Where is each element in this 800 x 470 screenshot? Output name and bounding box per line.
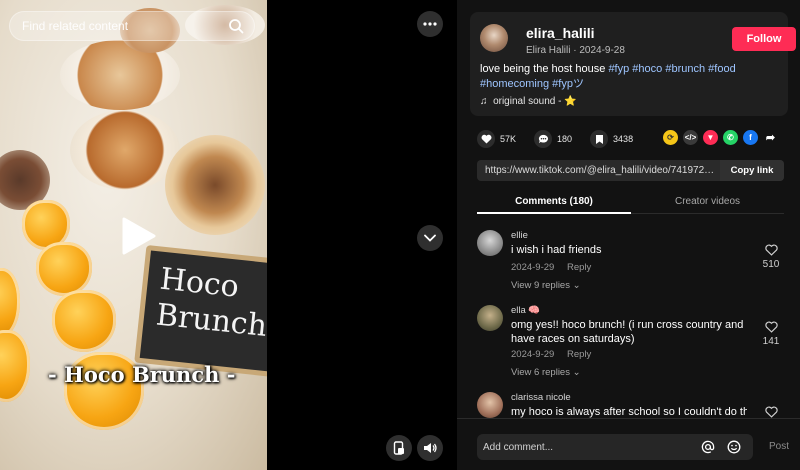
sound-name[interactable]: original sound - ⭐ (493, 96, 577, 107)
comment-button[interactable]: 180 (534, 130, 572, 148)
mention-icon[interactable] (701, 440, 715, 454)
description-text: love being the host house (480, 63, 609, 75)
video-controls-column (267, 0, 457, 470)
hashtag-link[interactable]: #fyp (608, 63, 629, 75)
comment-like-count: 510 (762, 259, 780, 270)
chevron-down-icon: ⌄ (572, 367, 581, 378)
comment-text: i wish i had friends (511, 244, 602, 256)
reply-button[interactable]: Reply (567, 349, 591, 360)
play-icon[interactable] (118, 216, 158, 256)
comment-like-button[interactable]: 510 (759, 244, 783, 270)
comment-meta: 2024-9-29 Reply (511, 349, 601, 360)
comment-item: ella 🧠 omg yes!! hoco brunch! (i run cro… (477, 305, 787, 385)
commenter-avatar[interactable] (477, 305, 503, 331)
author-display-name[interactable]: Elira Halili (526, 45, 570, 56)
action-row: 57K 180 3438 (477, 129, 651, 149)
repost-icon[interactable]: ⟳ (663, 130, 678, 145)
like-button[interactable]: 57K (477, 130, 516, 148)
chevron-down-icon: ⌄ (572, 280, 581, 291)
emoji-icon[interactable] (727, 440, 741, 454)
chalkboard-sign: Hoco Brunch (134, 245, 267, 377)
view-replies-button[interactable]: View 6 replies ⌄ (511, 367, 581, 378)
facebook-icon[interactable]: f (743, 130, 758, 145)
heart-outline-icon (764, 406, 778, 418)
commenter-avatar[interactable] (477, 392, 503, 418)
heart-outline-icon (764, 244, 778, 256)
tab-creator-videos[interactable]: Creator videos (631, 196, 784, 207)
comment-icon (538, 134, 548, 144)
whatsapp-icon[interactable]: ✆ (723, 130, 738, 145)
panel-tabs: Comments (180) Creator videos (477, 190, 784, 214)
comment-input[interactable] (483, 434, 683, 460)
share-arrow-icon[interactable]: ➦ (763, 130, 778, 145)
volume-icon (424, 443, 437, 453)
hashtag-link[interactable]: #homecoming (480, 78, 549, 90)
video-caption: - Hoco Brunch - (48, 362, 236, 387)
comment-item: ellie i wish i had friends 2024-9-29 Rep… (477, 230, 787, 300)
video-description: love being the host house #fyp #hoco #br… (480, 62, 780, 92)
sound-row[interactable]: ♫ original sound - ⭐ (480, 96, 577, 107)
more-dots-icon (423, 22, 437, 26)
related-search-box[interactable] (9, 11, 255, 41)
device-icon (393, 441, 404, 455)
author-username[interactable]: elira_halili (526, 25, 594, 41)
follow-button[interactable]: Follow (732, 27, 796, 51)
tab-comments[interactable]: Comments (180) (477, 196, 631, 214)
reply-button[interactable]: Reply (567, 262, 591, 273)
hashtag-link[interactable]: #fypツ (552, 78, 584, 90)
food-plate (70, 110, 180, 190)
comment-meta: 2024-9-29 Reply (511, 262, 601, 273)
commenter-name[interactable]: clarissa nicole (511, 392, 571, 403)
like-count: 57K (500, 134, 517, 144)
comment-composer: Post (457, 418, 800, 470)
view-replies-label: View 6 replies (511, 367, 570, 378)
subline-separator: · (570, 45, 580, 56)
commenter-name[interactable]: ellie (511, 230, 528, 241)
video-player[interactable]: Hoco Brunch - Hoco Brunch - (0, 0, 267, 470)
heart-icon (481, 134, 491, 144)
view-replies-label: View 9 replies (511, 280, 570, 291)
comment-count: 180 (557, 134, 573, 144)
hashtag-link[interactable]: #hoco (632, 63, 662, 75)
music-note-icon: ♫ (480, 96, 488, 107)
author-card: elira_halili Elira Halili · 2024-9-28 Fo… (470, 12, 796, 116)
comment-text: omg yes!! hoco brunch! (i run cross coun… (511, 319, 744, 345)
commenter-avatar[interactable] (477, 230, 503, 256)
food-plate (165, 135, 265, 235)
share-link-row: https://www.tiktok.com/@elira_halili/vid… (477, 160, 784, 181)
bookmark-icon (595, 134, 603, 144)
comment-like-count: 141 (762, 336, 780, 347)
share-link-text[interactable]: https://www.tiktok.com/@elira_halili/vid… (485, 165, 717, 176)
comment-text: my hoco is always after school so I coul… (511, 406, 747, 418)
save-count: 3438 (613, 134, 634, 144)
search-icon[interactable] (228, 18, 244, 34)
author-subline: Elira Halili · 2024-9-28 (526, 45, 625, 56)
send-icon[interactable]: ▼ (703, 130, 718, 145)
comment-like-button[interactable]: 141 (759, 321, 783, 347)
post-button[interactable]: Post (769, 441, 789, 452)
view-replies-button[interactable]: View 9 replies ⌄ (511, 280, 581, 291)
copy-link-button[interactable]: Copy link (720, 160, 784, 181)
author-avatar[interactable] (480, 24, 508, 52)
next-video-button[interactable] (417, 225, 443, 251)
embed-icon[interactable]: </> (683, 130, 698, 145)
juice-cup (52, 290, 116, 352)
volume-button[interactable] (417, 435, 443, 461)
comment-date: 2024-9-29 (511, 349, 555, 360)
hashtag-link[interactable]: #food (708, 63, 736, 75)
comment-date: 2024-9-29 (511, 262, 555, 273)
save-button[interactable]: 3438 (590, 130, 633, 148)
share-row: ⟳ </> ▼ ✆ f ➦ (663, 130, 783, 145)
chevron-down-icon (424, 234, 436, 242)
add-comment-box[interactable] (477, 434, 753, 460)
search-input[interactable] (22, 12, 222, 40)
floating-player-button[interactable] (386, 435, 412, 461)
commenter-name[interactable]: ella 🧠 (511, 305, 540, 316)
hashtag-link[interactable]: #brunch (665, 63, 705, 75)
juice-cup (36, 242, 92, 296)
more-options-button[interactable] (417, 11, 443, 37)
post-date: 2024-9-28 (579, 45, 625, 56)
heart-outline-icon (764, 321, 778, 333)
details-panel: elira_halili Elira Halili · 2024-9-28 Fo… (457, 0, 800, 470)
